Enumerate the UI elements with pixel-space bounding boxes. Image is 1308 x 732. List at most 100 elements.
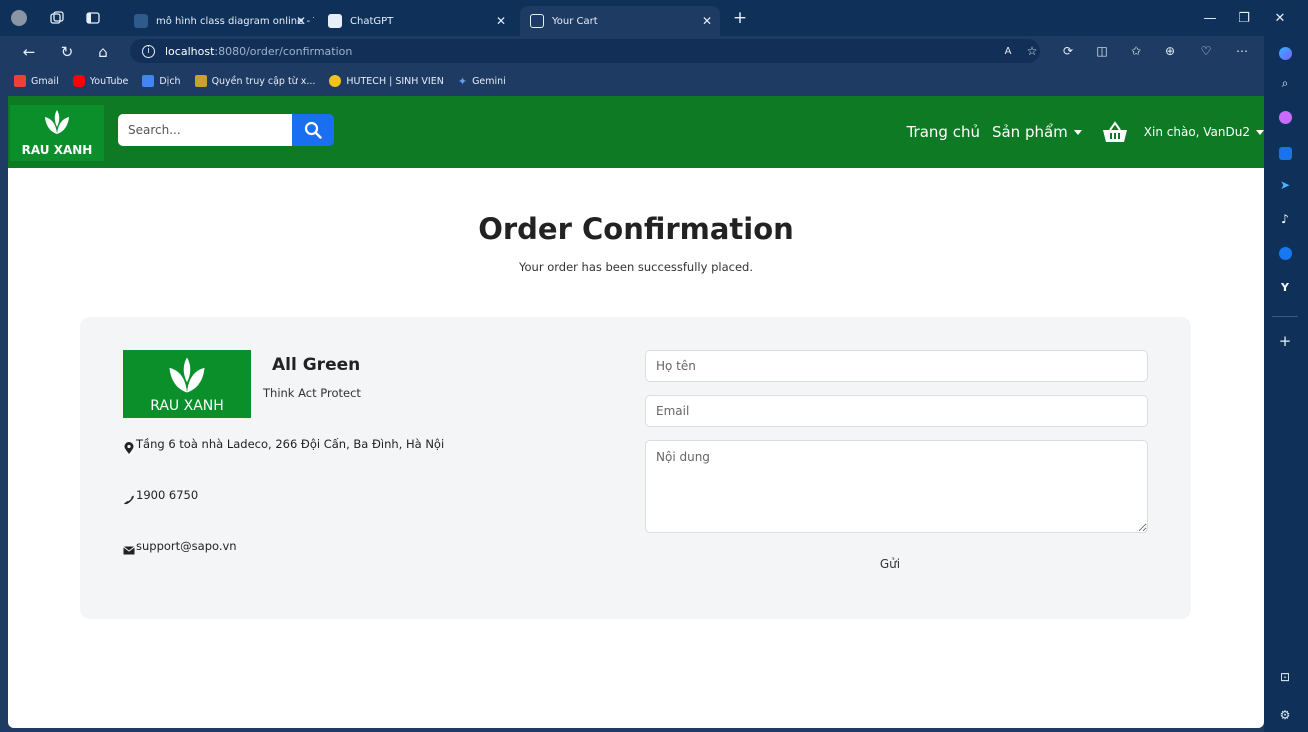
nav-products-label: Sản phẩm — [991, 123, 1068, 141]
site-info-icon[interactable]: i — [142, 44, 155, 58]
youtube-icon — [72, 75, 85, 87]
bookmark-youtube[interactable]: YouTube — [72, 75, 128, 87]
url-bar[interactable]: i localhost:8080/order/confirmation — [130, 39, 1040, 63]
tab-chatgpt[interactable]: ChatGPT ✕ — [318, 6, 514, 36]
nav-home-link[interactable]: Trang chủ — [907, 123, 980, 141]
sidebar-search-icon[interactable]: ⌕ — [1274, 72, 1296, 94]
restore-icon[interactable]: ❐ — [1232, 6, 1256, 30]
hutech-icon — [329, 75, 342, 87]
brand-name: All Green — [272, 355, 361, 375]
logo-text: RAU XANH — [21, 143, 93, 157]
workspaces-icon[interactable] — [48, 9, 66, 27]
extensions-icon[interactable]: ⟳ — [1058, 41, 1078, 61]
sidebar-settings-icon[interactable]: ⚙ — [1274, 704, 1296, 726]
email-row: support@sapo.vn — [123, 539, 237, 555]
add-sidebar-app-icon[interactable]: + — [1274, 330, 1296, 352]
page-favicon-icon — [530, 14, 544, 28]
minimize-icon[interactable]: — — [1198, 6, 1222, 30]
favorites-icon[interactable]: ✩ — [1126, 41, 1146, 61]
cart-basket-icon[interactable] — [1102, 121, 1128, 143]
browser-tab-bar: mô hình class diagram online - T ✕ ChatG… — [0, 0, 1308, 36]
bookmark-gmail[interactable]: Gmail — [14, 75, 59, 87]
close-tab-icon[interactable]: ✕ — [702, 14, 712, 28]
tiktok-icon[interactable]: ♪ — [1274, 208, 1296, 230]
main-content: Order Confirmation Your order has been s… — [8, 168, 1264, 728]
brand-tagline: Think Act Protect — [263, 386, 361, 400]
phone-text: 1900 6750 — [136, 488, 199, 502]
facebook-icon[interactable] — [1274, 242, 1296, 264]
sidebar-divider — [1272, 316, 1298, 317]
search-input[interactable] — [118, 114, 292, 146]
chevron-down-icon — [1256, 130, 1264, 135]
url-path: :8080/order/confirmation — [214, 44, 353, 58]
outlook-icon[interactable] — [1274, 142, 1296, 164]
profile-avatar-icon[interactable] — [10, 9, 28, 27]
brand-logo: RAU XANH — [123, 350, 251, 418]
telegram-icon[interactable]: ➤ — [1274, 174, 1296, 196]
bookmark-hutech[interactable]: HUTECH | SINH VIEN — [329, 75, 444, 87]
gemini-icon: ✦ — [457, 74, 468, 88]
address-row: Tầng 6 toà nhà Ladeco, 266 Đội Cấn, Ba Đ… — [123, 437, 445, 454]
translate-icon — [142, 75, 155, 87]
new-tab-button[interactable]: + — [728, 6, 752, 30]
more-menu-icon[interactable]: ⋯ — [1232, 41, 1252, 61]
browser-essentials-icon[interactable]: ♡ — [1196, 41, 1216, 61]
tab-actions-icon[interactable] — [84, 9, 102, 27]
search-icon — [304, 121, 322, 139]
home-icon[interactable]: ⌂ — [92, 41, 114, 63]
read-aloud-icon[interactable]: A — [998, 41, 1018, 61]
user-menu-dropdown[interactable]: Xin chào, VanDu2 — [1144, 125, 1264, 139]
tab-label: Your Cart — [552, 15, 598, 27]
contact-card: RAU XANH All Green Think Act Protect Tần… — [80, 317, 1191, 619]
close-tab-icon[interactable]: ✕ — [296, 14, 306, 28]
send-button[interactable]: Gửi — [860, 553, 920, 575]
message-field[interactable] — [645, 440, 1148, 533]
tab-label: ChatGPT — [350, 15, 394, 27]
nav-products-dropdown[interactable]: Sản phẩm — [992, 123, 1082, 141]
gmail-icon — [14, 75, 26, 87]
bookmark-gemini[interactable]: ✦ Gemini — [458, 75, 506, 88]
address-text: Tầng 6 toà nhà Ladeco, 266 Đội Cấn, Ba Đ… — [136, 437, 445, 451]
search-button[interactable] — [292, 114, 334, 146]
close-window-icon[interactable]: ✕ — [1268, 6, 1292, 30]
bookmarks-bar: Gmail YouTube Dịch Quyền truy cập từ x..… — [0, 66, 1264, 96]
chatgpt-favicon-icon — [328, 14, 342, 28]
browser-sidebar: ⌕ ➤ ♪ Y + ⊡ ⚙ — [1264, 36, 1308, 732]
split-screen-icon[interactable]: ◫ — [1092, 41, 1112, 61]
brand-logo-text: RAU XANH — [150, 398, 224, 414]
app-y-icon[interactable]: Y — [1274, 276, 1296, 298]
nav-links: Trang chủ Sản phẩm Xin chào, VanDu2 — [907, 96, 1264, 168]
name-field[interactable] — [645, 350, 1148, 382]
favorite-star-icon[interactable]: ☆ — [1022, 41, 1042, 61]
phone-row: 1900 6750 — [123, 488, 199, 505]
page-title: Order Confirmation — [478, 212, 794, 246]
leaf-logo-icon — [45, 110, 69, 134]
folder-icon — [194, 75, 207, 87]
leaf-logo-icon — [169, 357, 205, 393]
address-toolbar: ← ↻ ⌂ i localhost:8080/order/confirmatio… — [0, 36, 1264, 66]
search-form — [118, 114, 334, 146]
envelope-icon — [123, 546, 135, 555]
shopping-icon[interactable] — [1274, 106, 1296, 128]
collections-icon[interactable]: ⊕ — [1160, 41, 1180, 61]
tab-your-cart[interactable]: Your Cart ✕ — [520, 6, 720, 36]
email-field[interactable] — [645, 395, 1148, 427]
email-text: support@sapo.vn — [136, 539, 237, 553]
site-navbar: RAU XANH Trang chủ Sản phẩm — [8, 96, 1264, 168]
site-logo[interactable]: RAU XANH — [10, 105, 104, 161]
bookmark-access[interactable]: Quyền truy cập từ x... — [194, 75, 315, 87]
confirmation-message: Your order has been successfully placed. — [519, 260, 753, 274]
url-host: localhost — [165, 44, 215, 58]
phone-icon — [124, 495, 134, 505]
tab-class-diagram[interactable]: mô hình class diagram online - T ✕ — [124, 6, 314, 36]
screenshot-icon[interactable]: ⊡ — [1274, 666, 1296, 688]
chevron-down-icon — [1073, 130, 1082, 135]
close-tab-icon[interactable]: ✕ — [496, 14, 506, 28]
back-arrow-icon[interactable]: ← — [18, 41, 40, 63]
copilot-icon[interactable] — [1274, 42, 1296, 64]
refresh-icon[interactable]: ↻ — [56, 41, 78, 63]
user-greeting: Xin chào, VanDu2 — [1143, 125, 1250, 139]
tab-label: mô hình class diagram online - T — [156, 15, 314, 27]
bookmark-translate[interactable]: Dịch — [142, 75, 181, 87]
search-favicon-icon — [134, 14, 148, 28]
